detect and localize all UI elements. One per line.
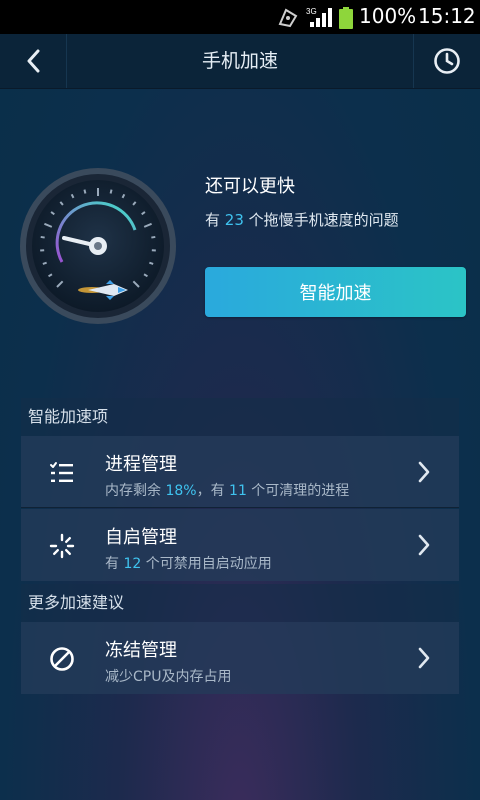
gauge-tick <box>42 261 47 265</box>
section-header-smart-boost: 智能加速项 <box>21 398 459 436</box>
back-button[interactable] <box>0 34 67 88</box>
hero-heading: 还可以更快 <box>205 176 295 197</box>
smart-boost-button[interactable]: 智能加速 <box>205 267 466 317</box>
history-button[interactable] <box>413 34 480 88</box>
battery-icon <box>339 7 353 29</box>
spinner-icon <box>49 533 75 559</box>
status-clock: 15:12 <box>418 4 476 28</box>
item-subtitle: 有 12 个可禁用自启动应用 <box>105 556 272 572</box>
chevron-right-icon <box>418 534 430 556</box>
battery-percent: 100% <box>359 4 417 28</box>
gauge-tick <box>151 235 156 239</box>
svg-text:3G: 3G <box>306 7 317 16</box>
section-header-more-suggestions: 更多加速建议 <box>21 584 459 622</box>
chevron-left-icon <box>27 49 40 73</box>
gauge-tick <box>149 261 154 265</box>
issue-count: 23 <box>224 211 244 229</box>
notification-icon <box>278 8 298 28</box>
chevron-right-icon <box>418 647 430 669</box>
issue-summary: 有 23 个拖慢手机速度的问题 <box>205 211 399 229</box>
speed-gauge <box>20 168 176 324</box>
gauge-tick <box>83 189 87 194</box>
list-item-process-management[interactable]: 进程管理 内存剩余 18%，有 11 个可清理的进程 <box>21 436 459 508</box>
status-bar: 3G 100% 15:12 <box>0 0 480 34</box>
item-subtitle: 减少CPU及内存占用 <box>105 669 232 685</box>
title-bar: 手机加速 <box>0 34 480 89</box>
gauge-tick <box>109 189 113 194</box>
item-title: 进程管理 <box>105 454 177 475</box>
item-subtitle: 内存剩余 18%，有 11 个可清理的进程 <box>105 483 350 499</box>
item-title: 冻结管理 <box>105 640 177 661</box>
list-icon <box>50 462 73 482</box>
clock-icon <box>434 48 460 74</box>
page-title: 手机加速 <box>201 50 278 72</box>
chevron-right-icon <box>418 461 430 483</box>
list-item-freeze-management[interactable]: 冻结管理 减少CPU及内存占用 <box>21 622 459 694</box>
ban-icon <box>50 647 74 671</box>
item-title: 自启管理 <box>105 527 177 548</box>
signal-icon: 3G <box>306 7 332 27</box>
gauge-tick <box>40 235 45 239</box>
list-item-autostart-management[interactable]: 自启管理 有 12 个可禁用自启动应用 <box>21 509 459 581</box>
